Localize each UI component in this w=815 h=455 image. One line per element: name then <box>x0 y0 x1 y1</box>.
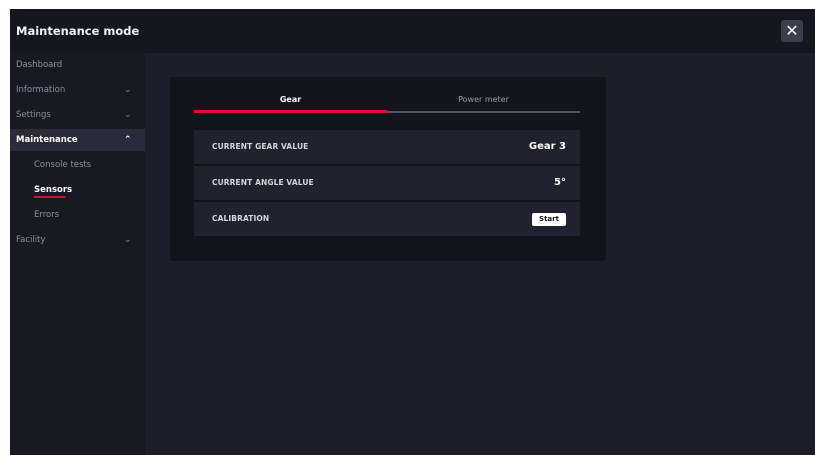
tab-gear[interactable]: Gear <box>194 89 387 111</box>
sidebar-item-label: Information <box>16 85 66 95</box>
sidebar: Dashboard Information ⌄ Settings ⌄ Maint… <box>10 53 145 455</box>
sidebar-subitem-sensors[interactable]: Sensors <box>10 179 145 201</box>
gear-value: Gear 3 <box>528 141 566 152</box>
row-label: CALIBRATION <box>212 214 270 223</box>
sidebar-item-information[interactable]: Information ⌄ <box>10 79 145 101</box>
sidebar-subitem-console-tests[interactable]: Console tests <box>10 154 145 176</box>
sidebar-subitem-errors[interactable]: Errors <box>10 204 145 226</box>
chevron-up-icon: ⌃ <box>124 135 132 145</box>
chevron-down-icon: ⌄ <box>124 110 132 120</box>
tab-power-meter[interactable]: Power meter <box>387 89 580 111</box>
current-gear-row: CURRENT GEAR VALUE Gear 3 <box>194 130 580 164</box>
sidebar-item-label: Facility <box>16 235 46 245</box>
current-angle-row: CURRENT ANGLE VALUE 5° <box>194 166 580 200</box>
chevron-down-icon: ⌄ <box>124 85 132 95</box>
row-label: CURRENT GEAR VALUE <box>212 142 309 151</box>
angle-value: 5° <box>554 177 566 188</box>
close-button[interactable]: ✕ <box>781 20 803 42</box>
sidebar-item-label: Maintenance <box>16 135 78 145</box>
sidebar-item-facility[interactable]: Facility ⌄ <box>10 229 145 251</box>
row-label: CURRENT ANGLE VALUE <box>212 178 314 187</box>
active-tab-indicator <box>194 110 387 113</box>
start-calibration-button[interactable]: Start <box>532 213 566 226</box>
sidebar-item-maintenance[interactable]: Maintenance ⌃ <box>10 129 145 151</box>
chevron-down-icon: ⌄ <box>124 235 132 245</box>
sidebar-item-settings[interactable]: Settings ⌄ <box>10 104 145 126</box>
window-title: Maintenance mode <box>16 24 140 38</box>
close-icon: ✕ <box>785 21 799 40</box>
title-bar: Maintenance mode ✕ <box>10 9 815 53</box>
calibration-row: CALIBRATION Start <box>194 202 580 236</box>
sidebar-item-label: Dashboard <box>16 60 63 70</box>
active-indicator <box>34 196 65 198</box>
sidebar-subitem-label: Errors <box>34 210 60 220</box>
sensor-panel: Gear Power meter CURRENT GEAR VALUE Gear… <box>170 77 606 261</box>
sidebar-subitem-label: Console tests <box>34 160 92 170</box>
sidebar-item-dashboard[interactable]: Dashboard <box>10 54 145 76</box>
tab-bar: Gear Power meter <box>194 89 580 113</box>
maintenance-window: Maintenance mode ✕ Dashboard Information… <box>10 9 815 455</box>
sidebar-item-label: Settings <box>16 110 51 120</box>
